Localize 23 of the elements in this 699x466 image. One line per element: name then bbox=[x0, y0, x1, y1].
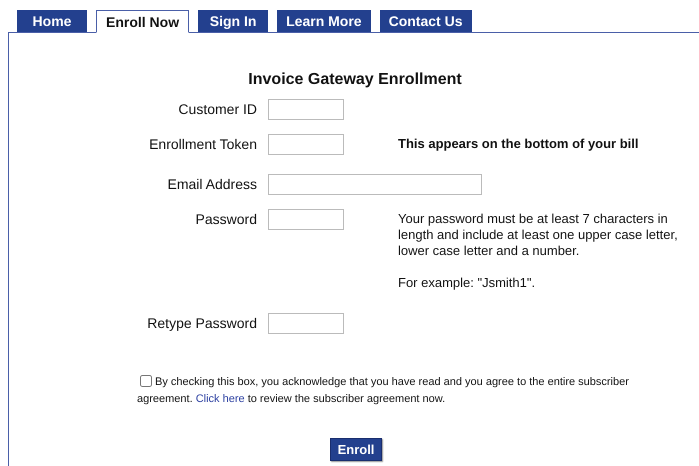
form-title: Invoice Gateway Enrollment bbox=[248, 71, 462, 89]
agreement-link[interactable]: Click here bbox=[196, 393, 245, 405]
nav-tab[interactable]: Home bbox=[17, 10, 87, 32]
field-label: Password bbox=[196, 210, 257, 229]
nav-tab[interactable]: Enroll Now bbox=[96, 10, 190, 33]
field-label: Enrollment Token bbox=[149, 135, 257, 154]
input-field[interactable] bbox=[268, 99, 344, 120]
input-field[interactable] bbox=[268, 174, 482, 195]
input-field[interactable] bbox=[268, 313, 344, 334]
field-label: Email Address bbox=[168, 175, 257, 194]
nav-tab[interactable]: Learn More bbox=[277, 10, 371, 32]
nav-tab[interactable]: Sign In bbox=[198, 10, 268, 32]
input-field[interactable] bbox=[268, 134, 344, 155]
field-note: This appears on the bottom of your bill bbox=[398, 136, 640, 152]
nav-tab[interactable]: Contact Us bbox=[380, 10, 472, 32]
field-label: Customer ID bbox=[178, 100, 257, 119]
agree-checkbox[interactable] bbox=[140, 375, 152, 387]
input-field[interactable] bbox=[268, 209, 344, 230]
field-note: For example: "Jsmith1". bbox=[398, 275, 536, 291]
field-label: Retype Password bbox=[147, 314, 257, 333]
agreement-text: By checking this box, you acknowledge that you have read and you agree to the entire subscriber agreement. Click here to review the subscriber agreement now. bbox=[137, 374, 630, 407]
field-note: Your password must be at least 7 characters in length and include at least one upper case letter, lower case letter and a number. bbox=[398, 211, 679, 259]
enroll-button[interactable]: Enroll bbox=[330, 438, 382, 461]
